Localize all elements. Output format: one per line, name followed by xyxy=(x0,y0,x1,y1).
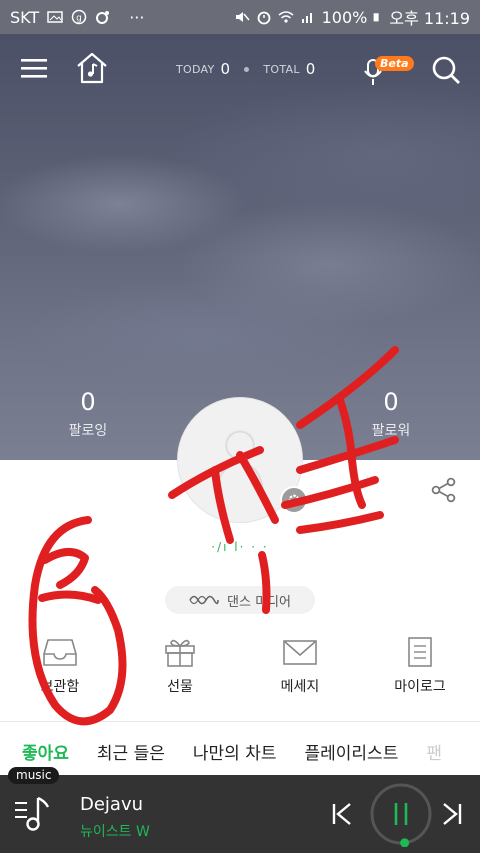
content-tabs: 좋아요 최근 들은 나만의 차트 플레이리스트 팬 xyxy=(0,727,480,775)
tab-my-chart[interactable]: 나만의 차트 xyxy=(193,739,277,764)
today-count: 0 xyxy=(220,60,231,78)
follower-count: 0 xyxy=(383,388,399,416)
menu-icon[interactable] xyxy=(20,54,50,84)
tab-fan[interactable]: 팬 xyxy=(426,739,442,764)
svg-text:g: g xyxy=(76,14,82,24)
mute-icon xyxy=(235,12,250,22)
song-title: Dejavu xyxy=(80,794,144,815)
tab-likes[interactable]: 좋아요 xyxy=(22,739,69,764)
status-overflow: ··· xyxy=(129,7,145,27)
home-music-icon[interactable] xyxy=(74,50,110,86)
signal-icon xyxy=(301,13,312,23)
log-icon xyxy=(408,637,432,667)
battery-icon xyxy=(373,13,379,22)
status-bar: SKT g ··· 100% 오후 11:19 xyxy=(0,0,480,34)
section-divider xyxy=(0,721,480,722)
quick-item-message[interactable]: 메세지 xyxy=(240,636,360,716)
wifi-icon xyxy=(278,11,294,23)
mini-player[interactable]: music Dejavu 뉴이스트 W xyxy=(0,767,480,853)
music-badge: music xyxy=(8,767,60,784)
pause-button[interactable] xyxy=(368,781,434,847)
wave-icon xyxy=(189,595,219,605)
progress-knob xyxy=(400,838,410,847)
genre-badge[interactable]: 댄스 미디어 xyxy=(165,586,315,614)
quick-label-gift: 선물 xyxy=(167,679,193,695)
tab-playlist[interactable]: 플레이리스트 xyxy=(305,739,399,764)
carrier-label: SKT xyxy=(10,7,40,27)
music-app-icon xyxy=(96,11,110,24)
song-artist: 뉴이스트 W xyxy=(80,824,150,840)
quick-menu: 보관함 선물 메세지 마이로그 xyxy=(0,636,480,716)
follower-stat[interactable]: 0 팔로워 xyxy=(351,388,431,440)
following-stat[interactable]: 0 팔로잉 xyxy=(48,388,128,440)
counter-separator xyxy=(244,66,250,72)
g-app-icon: g xyxy=(71,9,87,25)
quick-label-storage: 보관함 xyxy=(40,679,80,695)
search-icon[interactable] xyxy=(430,54,462,86)
next-track-icon[interactable] xyxy=(440,801,464,827)
total-label: TOTAL xyxy=(263,62,300,76)
battery-percent: 100% xyxy=(321,7,368,27)
visit-counter: TODAY 0 TOTAL 0 xyxy=(176,60,316,78)
gallery-icon xyxy=(47,11,63,23)
alarm-icon xyxy=(257,11,271,25)
quick-item-mylog[interactable]: 마이로그 xyxy=(360,636,480,716)
quick-label-message: 메세지 xyxy=(280,679,320,695)
quick-item-gift[interactable]: 선물 xyxy=(120,636,240,716)
previous-track-icon[interactable] xyxy=(330,801,354,827)
gift-icon xyxy=(165,639,195,667)
mail-icon xyxy=(283,640,317,665)
nickname: ·/ı l· · · xyxy=(211,540,269,554)
following-label: 팔로잉 xyxy=(68,423,108,439)
inbox-icon xyxy=(43,639,77,666)
quick-item-storage[interactable]: 보관함 xyxy=(0,636,120,716)
share-icon[interactable] xyxy=(430,476,458,504)
avatar-settings-icon[interactable] xyxy=(280,486,308,514)
playlist-icon[interactable] xyxy=(12,795,56,835)
beta-badge: Beta xyxy=(375,56,414,71)
following-count: 0 xyxy=(80,388,96,416)
follower-label: 팔로워 xyxy=(371,423,411,439)
genre-label: 댄스 미디어 xyxy=(227,594,291,610)
quick-label-mylog: 마이로그 xyxy=(394,679,446,695)
clock: 오후 11:19 xyxy=(389,9,470,28)
tab-recent[interactable]: 최근 들은 xyxy=(97,739,165,764)
total-count: 0 xyxy=(305,60,316,78)
today-label: TODAY xyxy=(176,62,215,76)
